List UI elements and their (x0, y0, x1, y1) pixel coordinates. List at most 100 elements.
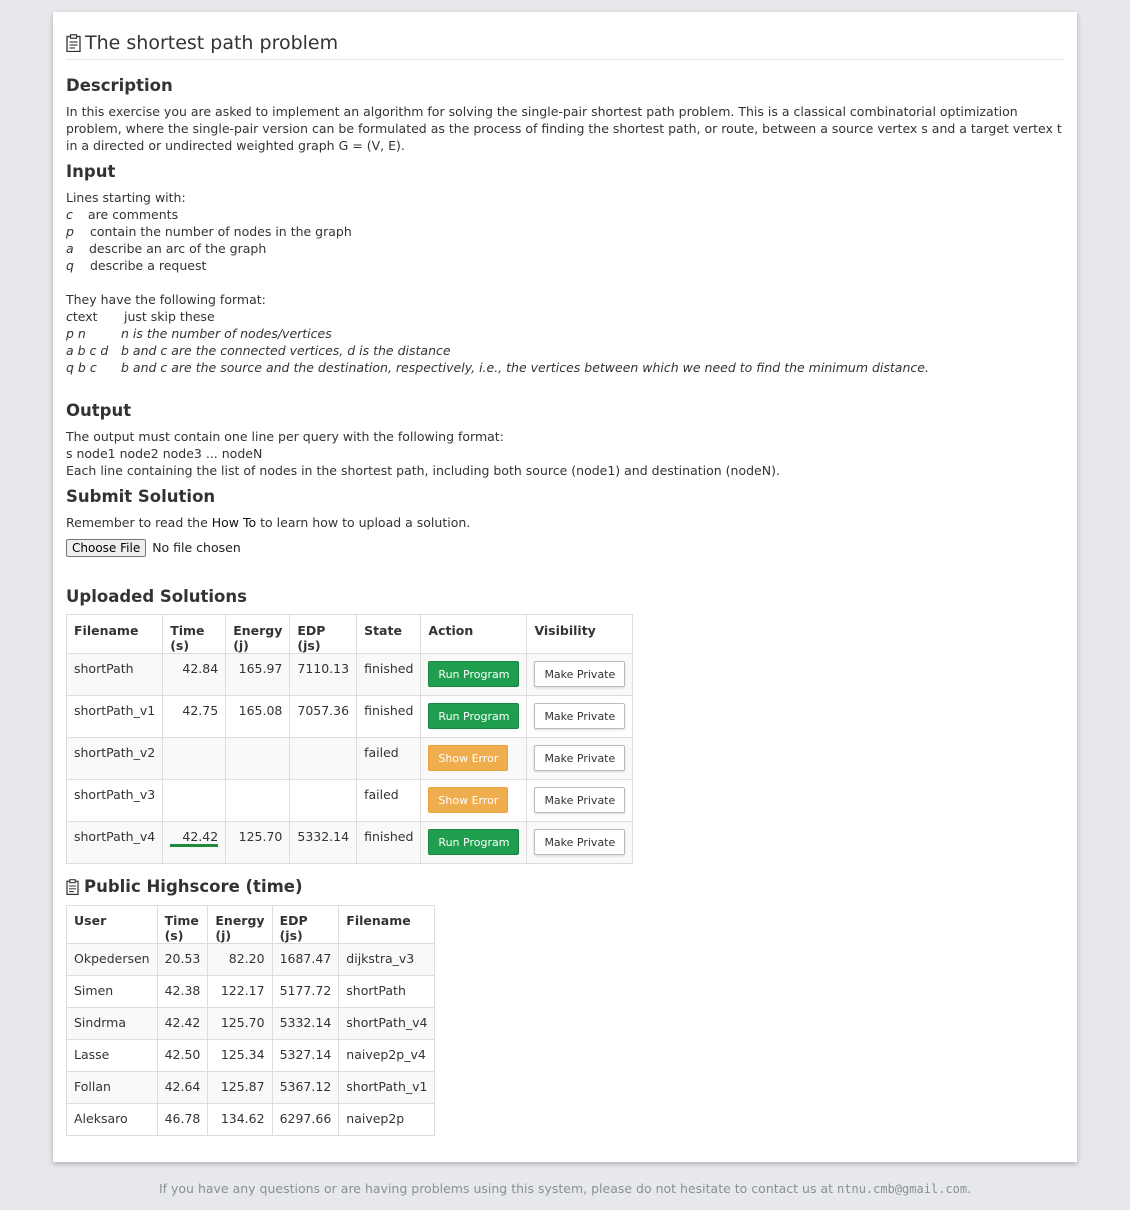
cell-time: 42.50 (156, 1039, 209, 1072)
table-row: shortPath_v3 failed Show Error Make Priv… (65, 779, 634, 822)
col-visibility: Visibility (526, 614, 634, 654)
make-private-button[interactable]: Make Private (534, 787, 626, 813)
cell-energy: 125.87 (207, 1071, 273, 1104)
uploaded-table-wrap: Filename Time (s) Energy (j) EDP (js) St… (65, 614, 1064, 864)
uploaded-heading: Uploaded Solutions (66, 587, 247, 606)
cell-edp (289, 779, 358, 822)
input-section: Input (66, 161, 1064, 183)
description-text: In this exercise you are asked to implem… (66, 104, 1062, 153)
col-edp: EDP (js) (289, 614, 358, 654)
cell-time: 42.84 (162, 653, 227, 696)
footer: If you have any questions or are having … (158, 1181, 972, 1196)
table-row: Lasse 42.50 125.34 5327.14 naivep2p_v4 (66, 1039, 436, 1072)
show-error-button[interactable]: Show Error (428, 745, 509, 771)
cell-energy: 82.20 (207, 943, 273, 976)
cell-filename: shortPath_v3 (65, 779, 164, 822)
table-row: Sindrma 42.42 125.70 5332.14 shortPath_v… (66, 1007, 436, 1040)
format-intro: They have the following format: (66, 292, 266, 307)
cell-edp: 5177.72 (271, 975, 340, 1008)
cell-time: 42.64 (156, 1071, 209, 1104)
cell-time: 46.78 (156, 1103, 209, 1136)
run-program-button[interactable]: Run Program (428, 829, 520, 855)
cell-user: Okpedersen (66, 943, 158, 976)
table-row: shortPath_v1 42.75 165.08 7057.36 finish… (65, 695, 634, 738)
make-private-button[interactable]: Make Private (534, 661, 626, 687)
file-upload: Choose File No file chosen (66, 539, 1064, 557)
output-line: The output must contain one line per que… (66, 429, 504, 444)
table-header-row: Filename Time (s) Energy (j) EDP (js) St… (65, 614, 634, 654)
cell-edp: 7110.13 (289, 653, 358, 696)
input-heading: Input (66, 162, 116, 181)
cell-user: Sindrma (66, 1007, 158, 1040)
cell-time: 42.75 (162, 695, 227, 738)
cell-filename: shortPath_v4 (65, 821, 164, 864)
description-body: In this exercise you are asked to implem… (66, 103, 1064, 154)
cell-time (162, 737, 227, 780)
cell-edp: 5332.14 (289, 821, 358, 864)
input-body: Lines starting with: c are comments p cont… (66, 189, 1064, 376)
cell-user: Lasse (66, 1039, 158, 1072)
table-row: Aleksaro 46.78 134.62 6297.66 naivep2p (66, 1103, 436, 1136)
submit-heading: Submit Solution (66, 487, 216, 506)
cell-edp: 7057.36 (289, 695, 358, 738)
input-line: a describe an arc of the graph (66, 241, 267, 256)
footer-text: If you have any questions or are having … (158, 1181, 834, 1196)
format-line: ctext just skip these (66, 309, 215, 324)
run-program-button[interactable]: Run Program (428, 703, 520, 729)
output-body: The output must contain one line per que… (66, 428, 1064, 479)
show-error-button[interactable]: Show Error (428, 787, 509, 813)
cell-filename: naivep2p (338, 1103, 436, 1136)
table-header-row: User Time (s) Energy (j) EDP (js) Filena… (66, 905, 436, 944)
col-filename: Filename (338, 905, 436, 944)
cell-edp: 5332.14 (271, 1007, 340, 1040)
table-row: Follan 42.64 125.87 5367.12 shortPath_v1 (66, 1071, 436, 1104)
cell-state: finished (356, 821, 422, 864)
cell-energy: 165.08 (225, 695, 291, 738)
cell-edp: 1687.47 (271, 943, 340, 976)
output-section: Output (66, 400, 1064, 422)
col-state: State (356, 614, 422, 654)
clipboard-icon (66, 34, 81, 52)
cell-energy: 125.34 (207, 1039, 273, 1072)
table-row: Simen 42.38 122.17 5177.72 shortPath (66, 975, 436, 1008)
choose-file-button[interactable]: Choose File (66, 539, 147, 557)
output-heading: Output (66, 401, 132, 420)
cell-user: Simen (66, 975, 158, 1008)
output-format: s node1 node2 node3 ... nodeN (66, 446, 263, 461)
cell-state: finished (356, 653, 422, 696)
cell-time (162, 779, 227, 822)
cell-energy (225, 737, 291, 780)
contact-email[interactable]: ntnu.cmb@gmail.com (837, 1182, 967, 1196)
col-energy: Energy (j) (207, 905, 273, 944)
cell-time: 20.53 (156, 943, 209, 976)
make-private-button[interactable]: Make Private (534, 829, 626, 855)
col-action: Action (420, 614, 528, 654)
col-time: Time (s) (162, 614, 227, 654)
cell-energy: 165.97 (225, 653, 291, 696)
run-program-button[interactable]: Run Program (428, 661, 520, 687)
cell-energy: 122.17 (207, 975, 273, 1008)
cell-filename: shortPath (338, 975, 436, 1008)
format-line: q b cb and c are the source and the dest… (66, 360, 929, 375)
page-title: The shortest path problem (66, 12, 1064, 60)
cell-user: Aleksaro (66, 1103, 158, 1136)
cell-time: 42.38 (156, 975, 209, 1008)
cell-time: 42.42 (156, 1007, 209, 1040)
cell-energy: 134.62 (207, 1103, 273, 1136)
how-to-link[interactable]: How To (212, 515, 256, 530)
format-line: a b c db and c are the connected vertice… (66, 343, 451, 358)
col-time: Time (s) (156, 905, 209, 944)
cell-energy: 125.70 (225, 821, 291, 864)
input-line: p contain the number of nodes in the grap… (66, 224, 352, 239)
submit-section: Submit Solution (66, 486, 1064, 508)
cell-filename: shortPath_v2 (65, 737, 164, 780)
cell-state: failed (356, 737, 422, 780)
file-status: No file chosen (152, 540, 241, 555)
cell-edp (289, 737, 358, 780)
uploaded-section: Uploaded Solutions (66, 586, 1064, 608)
cell-edp: 5367.12 (271, 1071, 340, 1104)
cell-energy (225, 779, 291, 822)
cell-time-highlight: 42.42 (170, 829, 219, 847)
make-private-button[interactable]: Make Private (534, 745, 626, 771)
make-private-button[interactable]: Make Private (534, 703, 626, 729)
